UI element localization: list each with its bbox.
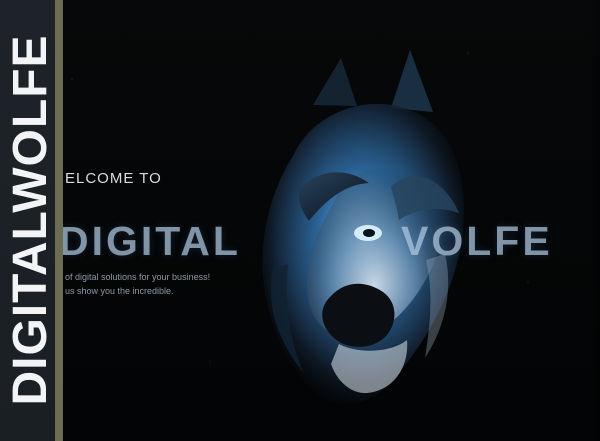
homepage: DIGITALWOLFE ELCOME TO DIGITAL VOLFE of … — [0, 0, 600, 441]
hero-title-right: VOLFE — [401, 218, 553, 264]
hero-title-left: DIGITAL — [59, 218, 241, 264]
hero-tagline-line-1: of digital solutions for your business! — [65, 272, 211, 282]
hero-section: ELCOME TO DIGITAL VOLFE of digital solut… — [59, 0, 600, 441]
hero-tagline-line-2: us show you the incredible. — [65, 286, 174, 296]
hero-welcome-text: ELCOME TO — [65, 170, 162, 187]
hero-tagline: of digital solutions for your business! … — [65, 270, 210, 298]
brand-vertical-logo: DIGITALWOLFE — [4, 34, 57, 406]
right-edge-shadow — [590, 0, 600, 441]
sidebar: DIGITALWOLFE — [0, 0, 63, 441]
